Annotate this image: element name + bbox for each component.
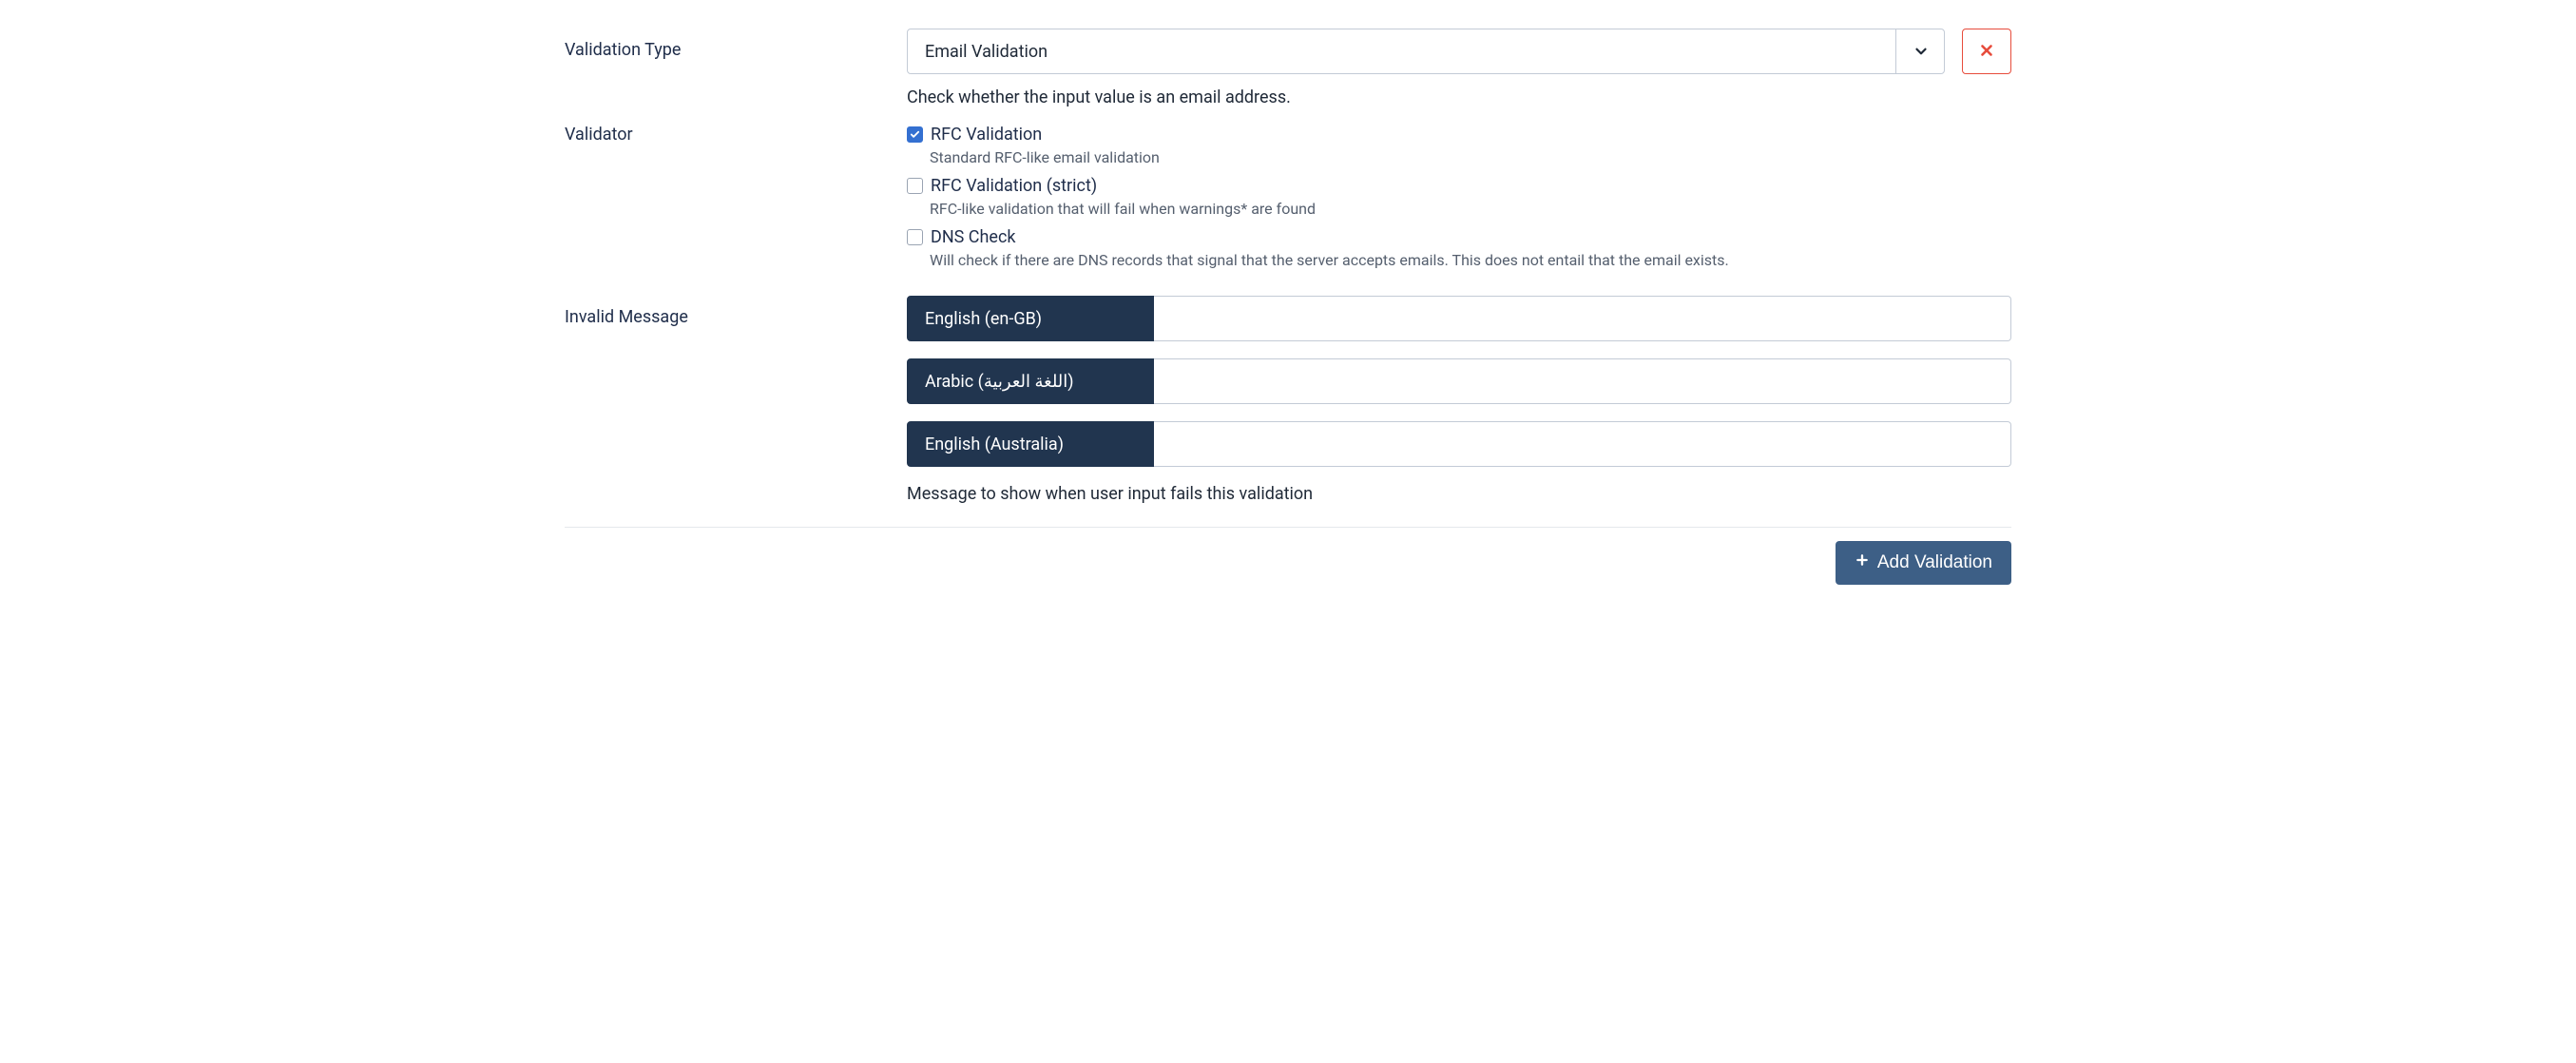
checkbox-help: Standard RFC-like email validation [930, 148, 2011, 166]
checkbox-help: RFC-like validation that will fail when … [930, 200, 2011, 218]
validation-type-help: Check whether the input value is an emai… [907, 87, 2011, 107]
plus-icon [1855, 552, 1870, 573]
checkbox-label[interactable]: DNS Check [931, 227, 1016, 247]
checkbox-rfc[interactable] [907, 126, 923, 143]
label-validation-type: Validation Type [565, 29, 907, 107]
invalid-message-input[interactable] [1154, 296, 2011, 341]
delete-validation-button[interactable] [1962, 29, 2011, 74]
validator-option-dns: DNS Check Will check if there are DNS rec… [907, 227, 2011, 269]
label-validator: Validator [565, 125, 907, 279]
validation-type-select[interactable]: Email Validation [907, 29, 1945, 74]
checkbox-help: Will check if there are DNS records that… [930, 251, 2011, 269]
language-label: English (Australia) [907, 421, 1154, 467]
invalid-message-row: English (en-GB) [907, 296, 2011, 341]
checkbox-dns[interactable] [907, 229, 923, 245]
invalid-message-row: Arabic (اللغة العربية) [907, 358, 2011, 404]
invalid-message-input[interactable] [1154, 358, 2011, 404]
add-validation-label: Add Validation [1877, 552, 1992, 573]
validator-option-rfc: RFC Validation Standard RFC-like email va… [907, 125, 2011, 166]
checkbox-label[interactable]: RFC Validation [931, 125, 1042, 145]
invalid-message-row: English (Australia) [907, 421, 2011, 467]
add-validation-button[interactable]: Add Validation [1836, 541, 2011, 585]
label-invalid-message: Invalid Message [565, 296, 907, 504]
validation-form: Validation Type Email Validation Check w… [565, 29, 2011, 585]
close-icon [1978, 42, 1995, 62]
invalid-message-help: Message to show when user input fails th… [907, 484, 2011, 504]
validator-option-rfc-strict: RFC Validation (strict) RFC-like validati… [907, 176, 2011, 218]
row-validation-type: Validation Type Email Validation Check w… [565, 29, 2011, 107]
language-label: Arabic (اللغة العربية) [907, 358, 1154, 404]
invalid-message-input[interactable] [1154, 421, 2011, 467]
divider [565, 527, 2011, 528]
language-label: English (en-GB) [907, 296, 1154, 341]
checkbox-rfc-strict[interactable] [907, 178, 923, 194]
row-validator: Validator RFC Validation Standard RFC-lik… [565, 125, 2011, 279]
checkbox-label[interactable]: RFC Validation (strict) [931, 176, 1097, 196]
row-invalid-message: Invalid Message English (en-GB) Arabic (ا… [565, 296, 2011, 504]
